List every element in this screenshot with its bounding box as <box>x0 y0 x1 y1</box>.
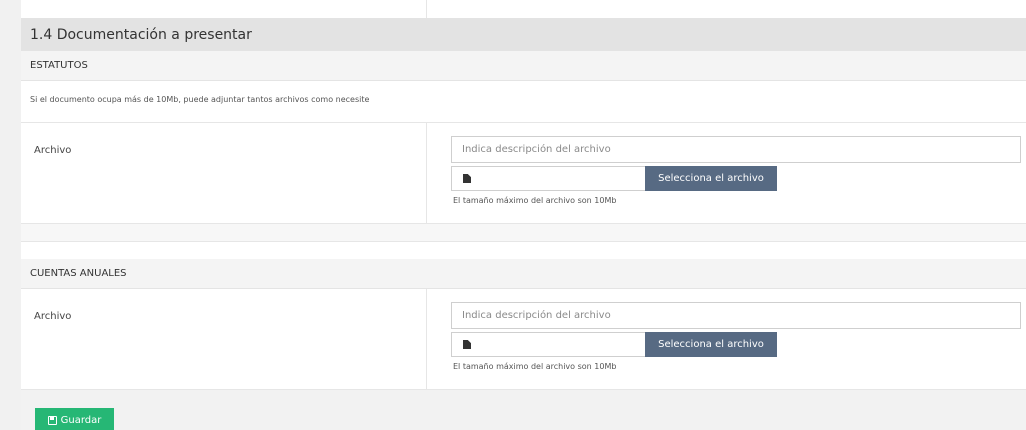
top-strip <box>21 0 1026 18</box>
estatutos-file-row: Archivo Selecciona el archivo El tamaño … <box>21 123 1026 224</box>
file-icon <box>463 340 471 349</box>
cuentas-header: CUENTAS ANUALES <box>21 259 1026 289</box>
floppy-icon <box>47 415 57 425</box>
cuentas-size-help: El tamaño máximo del archivo son 10Mb <box>453 362 617 371</box>
estatutos-description-input[interactable] <box>451 136 1021 163</box>
estatutos-note: Si el documento ocupa más de 10Mb, puede… <box>21 81 1026 123</box>
section-gap <box>21 224 1026 242</box>
estatutos-select-file-button[interactable]: Selecciona el archivo <box>645 166 777 191</box>
section-title: 1.4 Documentación a presentar <box>21 18 1026 51</box>
documentation-panel: 1.4 Documentación a presentar ESTATUTOS … <box>21 18 1026 430</box>
estatutos-file-label: Archivo <box>34 145 72 156</box>
file-icon <box>463 174 471 183</box>
cuentas-file-field[interactable] <box>451 332 646 357</box>
cuentas-file-row: Archivo Selecciona el archivo El tamaño … <box>21 289 1026 390</box>
estatutos-file-field[interactable] <box>451 166 646 191</box>
estatutos-header: ESTATUTOS <box>21 51 1026 81</box>
save-button[interactable]: Guardar <box>35 408 114 430</box>
column-divider <box>426 123 427 223</box>
left-sidebar-strip <box>0 0 21 430</box>
column-divider <box>426 289 427 389</box>
cuentas-file-label: Archivo <box>34 311 72 322</box>
estatutos-size-help: El tamaño máximo del archivo son 10Mb <box>453 196 617 205</box>
column-divider <box>426 0 427 18</box>
cuentas-description-input[interactable] <box>451 302 1021 329</box>
save-button-label: Guardar <box>60 414 102 426</box>
cuentas-select-file-button[interactable]: Selecciona el archivo <box>645 332 777 357</box>
section-spacer <box>21 242 1026 259</box>
form-footer: Guardar <box>21 390 1026 430</box>
